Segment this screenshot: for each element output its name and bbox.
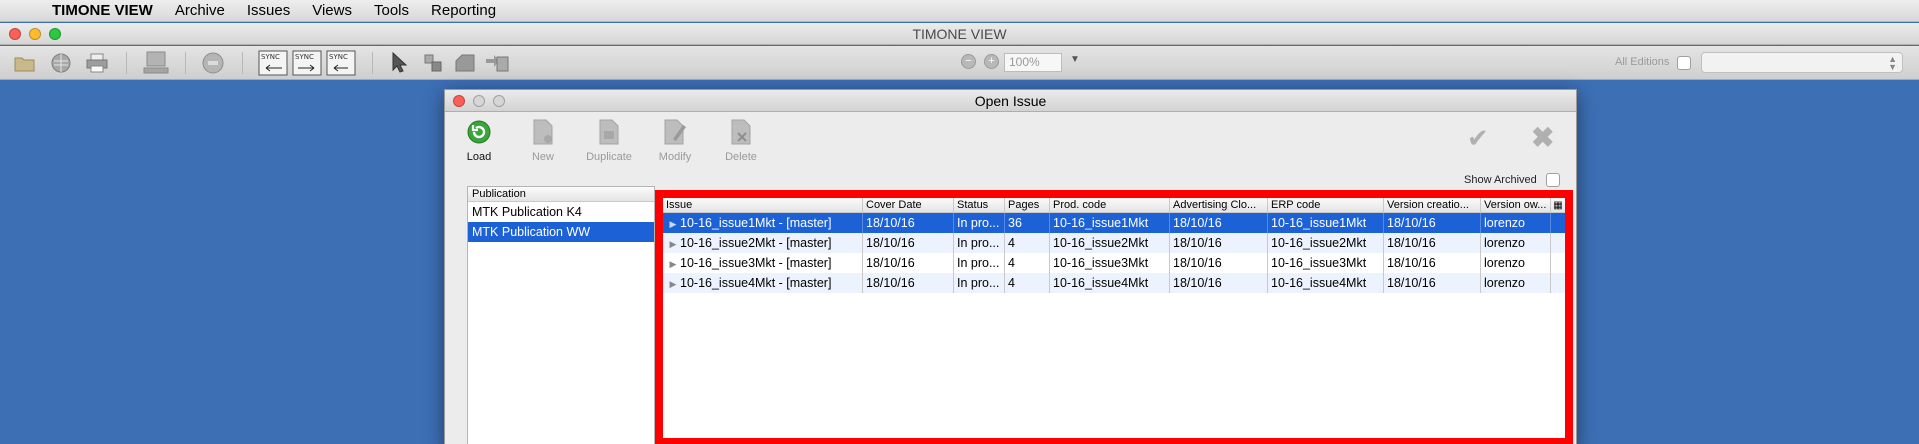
- open-folder-icon[interactable]: [12, 50, 38, 76]
- new-label: New: [531, 151, 554, 163]
- menu-archive[interactable]: Archive: [164, 0, 236, 22]
- main-toolbar: SYNC SYNC SYNC − + 100% ▼ All Editions ▲…: [0, 46, 1919, 80]
- show-archived-checkbox[interactable]: [1546, 173, 1560, 187]
- new-doc-icon: [530, 119, 556, 145]
- all-editions-label: All Editions: [1615, 56, 1670, 68]
- highlight-frame: [655, 190, 1573, 444]
- svg-text:SYNC: SYNC: [261, 53, 280, 61]
- toolbar-divider: [242, 52, 243, 74]
- stop-icon[interactable]: [200, 50, 226, 76]
- print-icon[interactable]: [84, 50, 110, 76]
- svg-text:SYNC: SYNC: [295, 53, 314, 61]
- duplicate-button[interactable]: Duplicate: [577, 119, 641, 163]
- publication-item[interactable]: MTK Publication K4: [468, 202, 654, 222]
- svg-text:SYNC: SYNC: [329, 53, 348, 61]
- load-label: Load: [466, 151, 492, 163]
- zoom-window-button[interactable]: [49, 28, 61, 40]
- dialog-toolbar: Load New Duplicate Modify Delete ✔ ✖: [445, 113, 1576, 173]
- dialog-title: Open Issue: [974, 93, 1047, 109]
- modify-button[interactable]: Modify: [643, 119, 707, 163]
- edition-select[interactable]: ▲ ▼: [1701, 52, 1903, 73]
- page-move-icon[interactable]: [452, 50, 478, 76]
- pointer-icon[interactable]: [386, 50, 412, 76]
- open-issue-dialog: Open Issue Load New Duplicate Modify Del…: [444, 89, 1577, 444]
- cancel-x-icon[interactable]: ✖: [1531, 121, 1554, 154]
- toolbar-divider: [372, 52, 373, 74]
- duplicate-label: Duplicate: [586, 151, 632, 163]
- menu-views[interactable]: Views: [301, 0, 363, 22]
- load-button[interactable]: Load: [447, 119, 511, 163]
- load-icon: [466, 119, 492, 145]
- menu-bar: TIMONE VIEW Archive Issues Views Tools R…: [0, 0, 1919, 22]
- select-arrows-icon: ▲ ▼: [1888, 54, 1897, 72]
- toolbar-divider: [185, 52, 186, 74]
- transform-icon[interactable]: [420, 50, 446, 76]
- delete-icon: [728, 119, 754, 145]
- minimize-window-button[interactable]: [29, 28, 41, 40]
- modify-label: Modify: [658, 151, 692, 163]
- zoom-out-icon[interactable]: −: [961, 54, 976, 69]
- dialog-close-button[interactable]: [453, 95, 465, 107]
- publication-item-selected[interactable]: MTK Publication WW: [468, 222, 654, 242]
- page-link-icon[interactable]: [484, 50, 510, 76]
- sync-both-icon[interactable]: SYNC: [326, 50, 356, 76]
- menu-tools[interactable]: Tools: [363, 0, 420, 22]
- sync-right-icon[interactable]: SYNC: [292, 50, 322, 76]
- menu-issues[interactable]: Issues: [236, 0, 301, 22]
- window-titlebar: TIMONE VIEW: [0, 23, 1919, 45]
- window-title: TIMONE VIEW: [912, 26, 1007, 42]
- publication-list: Publication MTK Publication K4 MTK Publi…: [467, 186, 655, 444]
- zoom-field[interactable]: 100%: [1004, 53, 1062, 72]
- menu-app-name[interactable]: TIMONE VIEW: [38, 0, 164, 22]
- window-controls: [9, 28, 61, 40]
- toolbar-divider: [126, 52, 127, 74]
- close-window-button[interactable]: [9, 28, 21, 40]
- all-editions-checkbox[interactable]: [1677, 56, 1691, 70]
- delete-button[interactable]: Delete: [709, 119, 773, 163]
- globe-icon[interactable]: [48, 50, 74, 76]
- zoom-dropdown-icon[interactable]: ▼: [1070, 54, 1080, 65]
- zoom-in-icon[interactable]: +: [984, 54, 999, 69]
- new-button[interactable]: New: [511, 119, 575, 163]
- dialog-window-controls: [453, 95, 505, 107]
- duplicate-icon: [596, 119, 622, 145]
- sync-left-icon[interactable]: SYNC: [258, 50, 288, 76]
- menu-reporting[interactable]: Reporting: [420, 0, 507, 22]
- publication-header[interactable]: Publication: [468, 187, 654, 202]
- dialog-minimize-button: [473, 95, 485, 107]
- dialog-zoom-button: [493, 95, 505, 107]
- confirm-check-icon[interactable]: ✔: [1467, 123, 1489, 154]
- show-archived-label: Show Archived: [1464, 174, 1537, 186]
- dialog-titlebar: Open Issue: [445, 90, 1576, 112]
- modify-icon: [662, 119, 688, 145]
- delete-label: Delete: [725, 151, 757, 163]
- server-icon[interactable]: [143, 50, 169, 76]
